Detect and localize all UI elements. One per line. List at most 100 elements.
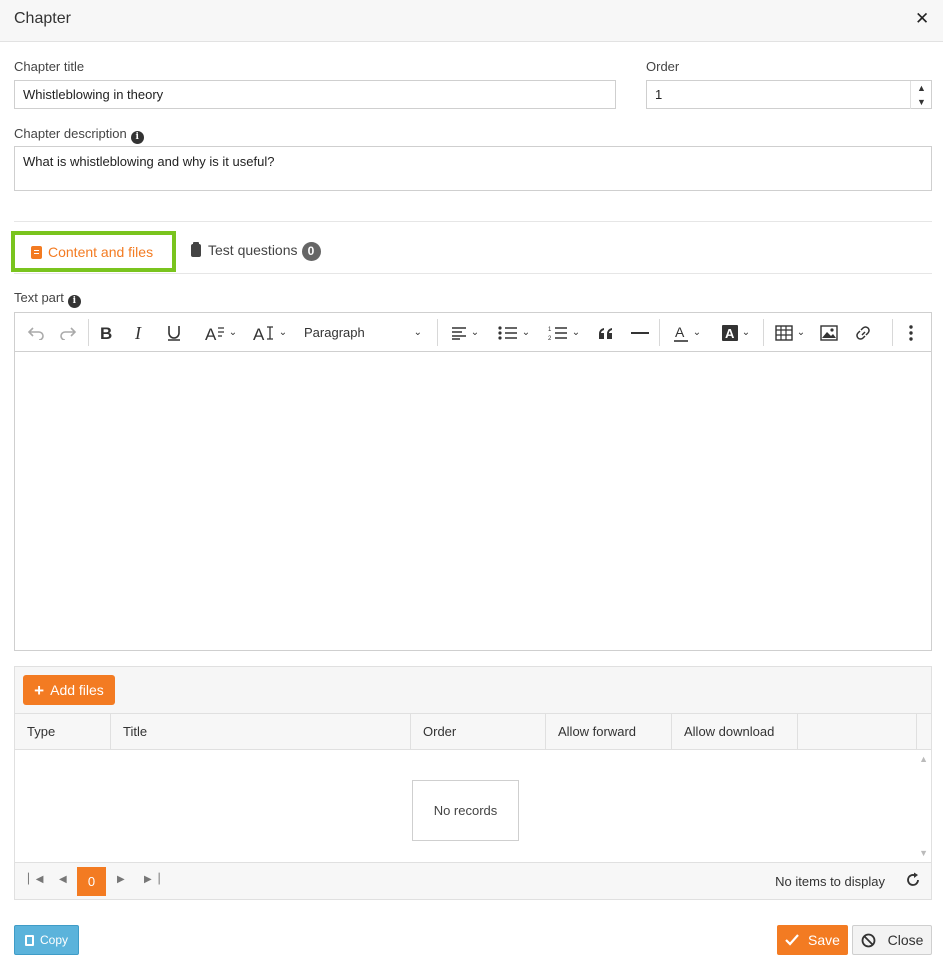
tab-content-and-files[interactable]: Content and files xyxy=(11,231,176,272)
editor-content-area[interactable] xyxy=(15,352,931,650)
undo-icon[interactable] xyxy=(23,313,49,352)
chapter-title-label: Chapter title xyxy=(14,59,85,74)
bulleted-list-dropdown[interactable]: ⌄ xyxy=(493,313,535,352)
chevron-down-icon: ⌄ xyxy=(571,327,581,338)
description-label-text: Chapter description xyxy=(14,126,127,141)
redo-icon[interactable] xyxy=(55,313,81,352)
link-icon[interactable] xyxy=(851,313,875,352)
description-textarea[interactable]: What is whistleblowing and why is it use… xyxy=(14,146,932,191)
grid-pager: ▏◀ ◀ 0 ▶ ▶▕ No items to display xyxy=(15,862,931,899)
svg-text:2: 2 xyxy=(548,336,552,341)
last-page-icon[interactable]: ▶▕ xyxy=(144,874,159,885)
previous-page-icon[interactable]: ◀ xyxy=(59,874,67,885)
clipboard-icon xyxy=(191,242,201,257)
first-page-icon[interactable]: ▏◀ xyxy=(28,874,43,885)
chevron-down-icon: ⌄ xyxy=(413,327,422,338)
stepper-down-icon[interactable]: ▼ xyxy=(911,95,932,109)
stepper-up-icon[interactable]: ▲ xyxy=(911,81,932,95)
pager-info: No items to display xyxy=(775,874,885,889)
paragraph-format-dropdown[interactable]: Paragraph ⌄ xyxy=(304,313,428,352)
font-color-dropdown[interactable]: A ⌄ xyxy=(668,313,706,352)
tab-test-questions-label: Test questions xyxy=(208,242,298,258)
underline-icon[interactable] xyxy=(163,313,185,352)
italic-icon[interactable]: I xyxy=(129,313,151,352)
tab-content-and-files-inner: Content and files xyxy=(31,244,153,260)
chevron-down-icon: ⌄ xyxy=(521,327,531,338)
horizontal-line-icon[interactable] xyxy=(629,313,651,352)
column-header-order[interactable]: Order xyxy=(411,714,546,749)
chevron-down-icon: ⌄ xyxy=(278,327,288,338)
current-page[interactable]: 0 xyxy=(77,867,106,896)
column-header-allow-download[interactable]: Allow download xyxy=(672,714,798,749)
tab-test-questions[interactable]: Test questions 0 xyxy=(191,242,321,261)
column-header-actions xyxy=(798,714,917,749)
column-header-allow-forward[interactable]: Allow forward xyxy=(546,714,672,749)
files-grid-body: No records ▲ ▼ xyxy=(15,750,931,862)
rich-text-editor: B I A ⌄ A ⌄ Paragraph ⌄ ⌄ ⌄ 1 2 ⌄ A ⌄ A … xyxy=(14,312,932,651)
close-icon[interactable]: ✕ xyxy=(915,10,929,27)
document-icon xyxy=(31,246,42,259)
toolbar-separator xyxy=(88,319,89,346)
tabs-underline xyxy=(14,273,932,274)
svg-text:A: A xyxy=(725,326,735,341)
description-label: Chapter description i xyxy=(14,126,144,144)
align-dropdown[interactable]: ⌄ xyxy=(445,313,485,352)
editor-toolbar: B I A ⌄ A ⌄ Paragraph ⌄ ⌄ ⌄ 1 2 ⌄ A ⌄ A … xyxy=(15,313,931,352)
order-input[interactable]: 1 xyxy=(646,80,932,109)
chevron-down-icon: ⌄ xyxy=(470,327,480,338)
scroll-up-icon[interactable]: ▲ xyxy=(919,754,928,764)
chevron-down-icon: ⌄ xyxy=(692,327,702,338)
insert-image-icon[interactable] xyxy=(817,313,841,352)
insert-table-dropdown[interactable]: ⌄ xyxy=(770,313,810,352)
copy-label: Copy xyxy=(39,933,68,947)
svg-text:A: A xyxy=(205,325,217,341)
scroll-down-icon[interactable]: ▼ xyxy=(919,848,928,858)
toolbar-separator xyxy=(763,319,764,346)
more-options-icon[interactable] xyxy=(900,313,922,352)
svg-text:A: A xyxy=(253,325,265,341)
chevron-down-icon: ⌄ xyxy=(796,327,806,338)
dialog-titlebar: Chapter ✕ xyxy=(0,0,943,42)
chapter-title-input[interactable]: Whistleblowing in theory xyxy=(14,80,616,109)
toolbar-separator xyxy=(659,319,660,346)
bold-icon[interactable]: B xyxy=(95,313,117,352)
toolbar-separator xyxy=(437,319,438,346)
column-header-type[interactable]: Type xyxy=(15,714,111,749)
ban-icon xyxy=(861,933,875,947)
dialog-title: Chapter xyxy=(14,10,71,27)
close-label: Close xyxy=(887,932,924,948)
tab-content-label: Content and files xyxy=(48,244,154,260)
order-stepper: ▲ ▼ xyxy=(910,81,932,109)
add-files-label: Add files xyxy=(50,682,104,698)
save-button[interactable]: Save xyxy=(777,925,848,955)
copy-icon xyxy=(24,934,34,946)
svg-text:1: 1 xyxy=(548,327,552,333)
column-header-title[interactable]: Title xyxy=(111,714,411,749)
copy-button[interactable]: Copy xyxy=(14,925,79,955)
files-panel: + Add files Type Title Order Allow forwar… xyxy=(14,666,932,900)
background-color-dropdown[interactable]: A ⌄ xyxy=(716,313,756,352)
font-family-dropdown[interactable]: A ⌄ xyxy=(201,313,241,352)
chevron-down-icon: ⌄ xyxy=(741,327,751,338)
no-records-message: No records xyxy=(412,780,519,841)
next-page-icon[interactable]: ▶ xyxy=(117,874,125,885)
numbered-list-dropdown[interactable]: 1 2 ⌄ xyxy=(543,313,585,352)
text-part-label-text: Text part xyxy=(14,290,64,305)
close-button[interactable]: Close xyxy=(852,925,932,955)
add-files-button[interactable]: + Add files xyxy=(23,675,115,705)
toolbar-separator xyxy=(892,319,893,346)
refresh-icon[interactable] xyxy=(905,872,921,891)
font-size-dropdown[interactable]: A ⌄ xyxy=(250,313,290,352)
info-icon[interactable]: i xyxy=(130,131,144,144)
svg-text:A: A xyxy=(675,324,685,340)
info-icon[interactable]: i xyxy=(67,295,81,308)
chevron-down-icon: ⌄ xyxy=(228,327,238,338)
files-grid-header: Type Title Order Allow forward Allow dow… xyxy=(15,713,931,750)
paragraph-select-value: Paragraph xyxy=(304,325,365,340)
save-label: Save xyxy=(808,932,840,948)
checkmark-icon xyxy=(785,934,799,946)
order-label: Order xyxy=(646,59,680,74)
text-part-label: Text part i xyxy=(14,290,81,308)
blockquote-icon[interactable] xyxy=(595,313,617,352)
svg-text:I: I xyxy=(134,325,142,341)
